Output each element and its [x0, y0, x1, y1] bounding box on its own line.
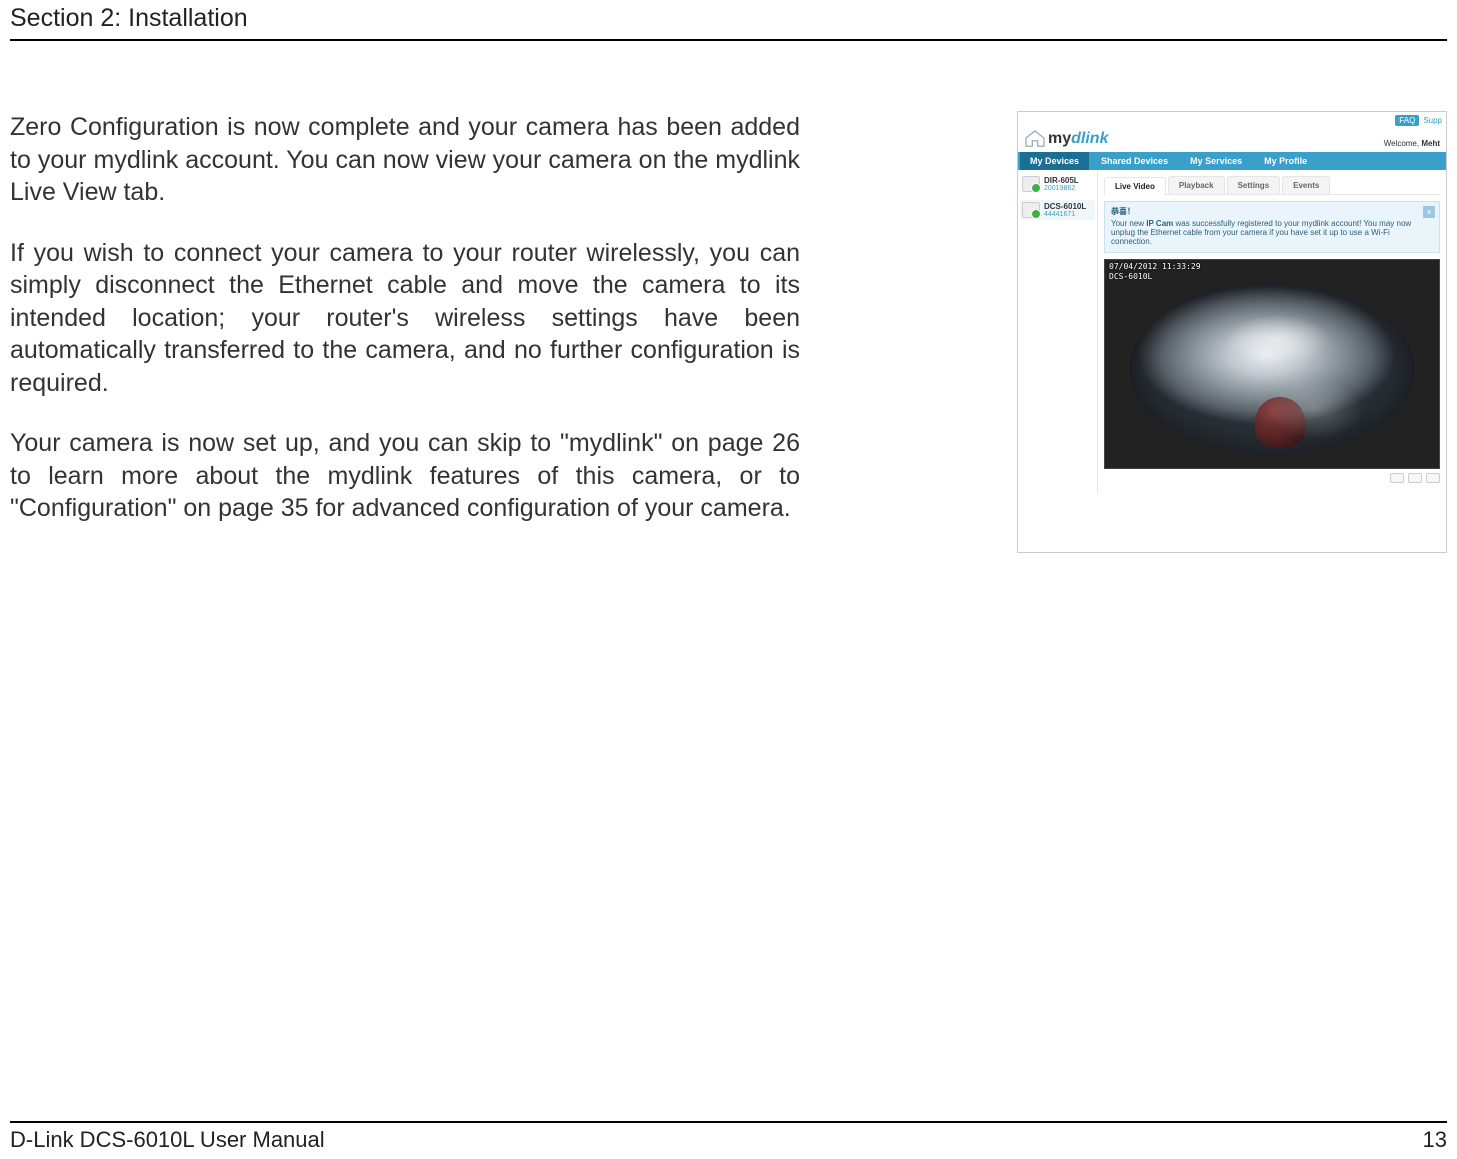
alert-message: Your new IP Cam was successfully registe…: [1111, 219, 1415, 246]
success-alert: × 恭喜！ Your new IP Cam was successfully r…: [1104, 201, 1440, 253]
top-links: FAQ Supp: [1018, 112, 1446, 128]
fisheye-image: [1129, 282, 1415, 456]
sidebar-device-router[interactable]: DIR-605L 20019862: [1020, 174, 1095, 194]
page-number: 13: [1423, 1127, 1447, 1153]
welcome-name: Meht: [1421, 139, 1440, 148]
router-icon: [1022, 176, 1040, 192]
live-video-view: 07/04/2012 11:33:29 DCS-6010L: [1104, 259, 1440, 469]
mydlink-screenshot: FAQ Supp mydlink Welcome, Meht My Devic: [1017, 111, 1447, 553]
close-icon[interactable]: ×: [1423, 206, 1435, 218]
logo-text: mydlink: [1048, 130, 1108, 148]
logo-row: mydlink Welcome, Meht: [1018, 128, 1446, 152]
nav-shared-devices[interactable]: Shared Devices: [1091, 152, 1178, 170]
body-text: Zero Configuration is now complete and y…: [10, 111, 800, 553]
paragraph-1: Zero Configuration is now complete and y…: [10, 111, 800, 209]
tab-events[interactable]: Events: [1282, 176, 1330, 194]
content-pane: Live Video Playback Settings Events × 恭喜…: [1098, 170, 1446, 493]
welcome-text: Welcome, Meht: [1384, 139, 1440, 148]
support-link[interactable]: Supp: [1423, 116, 1442, 125]
alert-title: 恭喜！: [1111, 206, 1415, 217]
section-title: Section 2: Installation: [10, 4, 248, 32]
person-silhouette: [1255, 397, 1305, 447]
house-icon: [1024, 130, 1046, 148]
device-info: DIR-605L 20019862: [1044, 176, 1079, 192]
device-id: 20019862: [1044, 185, 1079, 192]
zoom-out-button[interactable]: [1390, 473, 1404, 483]
nav-my-profile[interactable]: My Profile: [1254, 152, 1317, 170]
osd-model: DCS-6010L: [1109, 272, 1201, 282]
tab-settings[interactable]: Settings: [1227, 176, 1281, 194]
device-id: 44441671: [1044, 211, 1086, 218]
page-footer: D-Link DCS-6010L User Manual 13: [10, 1121, 1447, 1153]
welcome-prefix: Welcome,: [1384, 139, 1422, 148]
mydlink-logo: mydlink: [1024, 130, 1108, 148]
content-row: Zero Configuration is now complete and y…: [10, 111, 1447, 553]
page-header: Section 2: Installation: [10, 0, 1447, 41]
device-info: DCS-6010L 44441671: [1044, 202, 1086, 218]
sidebar-device-camera[interactable]: DCS-6010L 44441671: [1020, 200, 1095, 220]
view-tabs: Live Video Playback Settings Events: [1104, 176, 1440, 195]
logo-prefix: my: [1048, 130, 1071, 147]
faq-link[interactable]: FAQ: [1395, 115, 1419, 126]
video-controls: [1104, 473, 1440, 487]
nav-my-services[interactable]: My Services: [1180, 152, 1252, 170]
main-nav: My Devices Shared Devices My Services My…: [1018, 152, 1446, 170]
tab-live-video[interactable]: Live Video: [1104, 177, 1166, 195]
tab-playback[interactable]: Playback: [1168, 176, 1225, 194]
paragraph-3: Your camera is now set up, and you can s…: [10, 427, 800, 525]
device-sidebar: DIR-605L 20019862 DCS-6010L 44441671: [1018, 170, 1098, 493]
paragraph-2: If you wish to connect your camera to yo…: [10, 237, 800, 400]
fullscreen-button[interactable]: [1426, 473, 1440, 483]
alert-msg-b: IP Cam: [1146, 219, 1173, 228]
zoom-in-button[interactable]: [1408, 473, 1422, 483]
device-name: DCS-6010L: [1044, 202, 1086, 211]
osd-timestamp: 07/04/2012 11:33:29: [1109, 262, 1201, 272]
main-area: DIR-605L 20019862 DCS-6010L 44441671: [1018, 170, 1446, 493]
alert-msg-a: Your new: [1111, 219, 1146, 228]
camera-icon: [1022, 202, 1040, 218]
video-osd: 07/04/2012 11:33:29 DCS-6010L: [1109, 262, 1201, 281]
manual-title: D-Link DCS-6010L User Manual: [10, 1127, 325, 1153]
logo-brand: dlink: [1071, 130, 1108, 147]
device-name: DIR-605L: [1044, 176, 1079, 185]
nav-my-devices[interactable]: My Devices: [1020, 152, 1089, 170]
screenshot-wrap: FAQ Supp mydlink Welcome, Meht My Devic: [820, 111, 1447, 553]
